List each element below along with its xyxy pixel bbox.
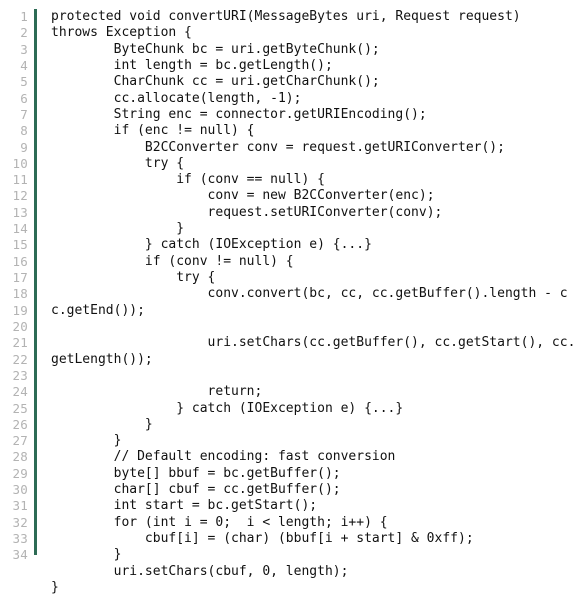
line-number: 10: [12, 155, 28, 171]
line-number: 11: [12, 172, 28, 188]
line-number: 2: [20, 25, 28, 41]
line-number: 25: [12, 400, 28, 416]
line-number: 20: [12, 318, 28, 334]
code-line[interactable]: if (enc != null) {: [51, 123, 577, 139]
code-line[interactable]: B2CConverter conv = request.getURIConver…: [51, 140, 577, 156]
code-line[interactable]: }: [51, 417, 577, 433]
code-line[interactable]: char[] cbuf = cc.getBuffer();: [51, 482, 577, 498]
code-line[interactable]: CharChunk cc = uri.getCharChunk();: [51, 74, 577, 90]
code-line[interactable]: cc.allocate(length, -1);: [51, 91, 577, 107]
line-number: 33: [12, 531, 28, 546]
line-number: 6: [20, 90, 28, 106]
code-line[interactable]: for (int i = 0; i < length; i++) {: [51, 515, 577, 531]
line-number: 18: [12, 286, 28, 302]
line-number: 12: [12, 188, 28, 204]
code-line[interactable]: [51, 319, 577, 335]
line-number: 15: [12, 237, 28, 253]
code-line[interactable]: if (conv == null) {: [51, 172, 577, 188]
line-number: 17: [12, 270, 28, 285]
code-line[interactable]: } catch (IOException e) {...}: [51, 401, 577, 417]
line-number: 19: [12, 302, 28, 318]
line-number-gutter: 1 2 3 4 5 6 7 8 9 10 11 12 13 14 15 16 17 18 19 20 21 22 23 24 2…: [0, 0, 28, 564]
code-line[interactable]: conv = new B2CConverter(enc);: [51, 188, 577, 204]
code-line[interactable]: byte[] bbuf = bc.getBuffer();: [51, 466, 577, 482]
code-line[interactable]: conv.convert(bc, cc, cc.getBuffer().leng…: [51, 286, 577, 319]
code-line[interactable]: protected void convertURI(MessageBytes u…: [51, 9, 577, 25]
line-number: 31: [12, 498, 28, 514]
line-number: 4: [20, 57, 28, 73]
code-line[interactable]: } catch (IOException e) {...}: [51, 237, 577, 253]
line-number: 7: [20, 106, 28, 122]
code-line[interactable]: }: [51, 221, 577, 237]
line-number: 5: [20, 74, 28, 90]
line-number: 16: [12, 253, 28, 269]
code-line[interactable]: }: [51, 547, 577, 563]
code-line[interactable]: cbuf[i] = (char) (bbuf[i + start] & 0xff…: [51, 531, 577, 547]
line-number: 23: [12, 367, 28, 383]
line-number: 34: [12, 547, 28, 563]
line-number: 24: [12, 384, 28, 400]
code-line[interactable]: uri.setChars(cc.getBuffer(), cc.getStart…: [51, 335, 577, 368]
line-number: 14: [12, 221, 28, 237]
code-line[interactable]: return;: [51, 384, 577, 400]
code-content-area[interactable]: protected void convertURI(MessageBytes u…: [37, 0, 577, 596]
line-number: 13: [12, 204, 28, 220]
code-line[interactable]: uri.setChars(cbuf, 0, length);: [51, 564, 577, 580]
code-line[interactable]: }: [51, 433, 577, 449]
code-line[interactable]: int start = bc.getStart();: [51, 498, 577, 514]
code-line[interactable]: try {: [51, 156, 577, 172]
code-line[interactable]: [51, 368, 577, 384]
code-line[interactable]: if (conv != null) {: [51, 254, 577, 270]
code-line[interactable]: }: [51, 580, 577, 596]
line-number: 32: [12, 514, 28, 530]
code-line[interactable]: // Default encoding: fast conversion: [51, 449, 577, 465]
line-number: 8: [20, 123, 28, 139]
code-line[interactable]: try {: [51, 270, 577, 286]
line-number: 21: [12, 335, 28, 351]
line-number: 28: [12, 449, 28, 465]
line-number: 22: [12, 351, 28, 367]
line-number: 9: [20, 139, 28, 155]
line-number: 30: [12, 482, 28, 498]
line-number: 27: [12, 433, 28, 449]
code-viewer: 1 2 3 4 5 6 7 8 9 10 11 12 13 14 15 16 17 18 19 20 21 22 23 24 2…: [0, 0, 577, 595]
code-line[interactable]: request.setURIConverter(conv);: [51, 205, 577, 221]
line-number: 3: [20, 41, 28, 57]
code-line[interactable]: int length = bc.getLength();: [51, 58, 577, 74]
line-number: 26: [12, 416, 28, 432]
code-line[interactable]: String enc = connector.getURIEncoding();: [51, 107, 577, 123]
line-number: 29: [12, 465, 28, 481]
code-line[interactable]: throws Exception {: [51, 25, 577, 41]
line-number: 1: [20, 9, 28, 24]
code-line[interactable]: ByteChunk bc = uri.getByteChunk();: [51, 42, 577, 58]
